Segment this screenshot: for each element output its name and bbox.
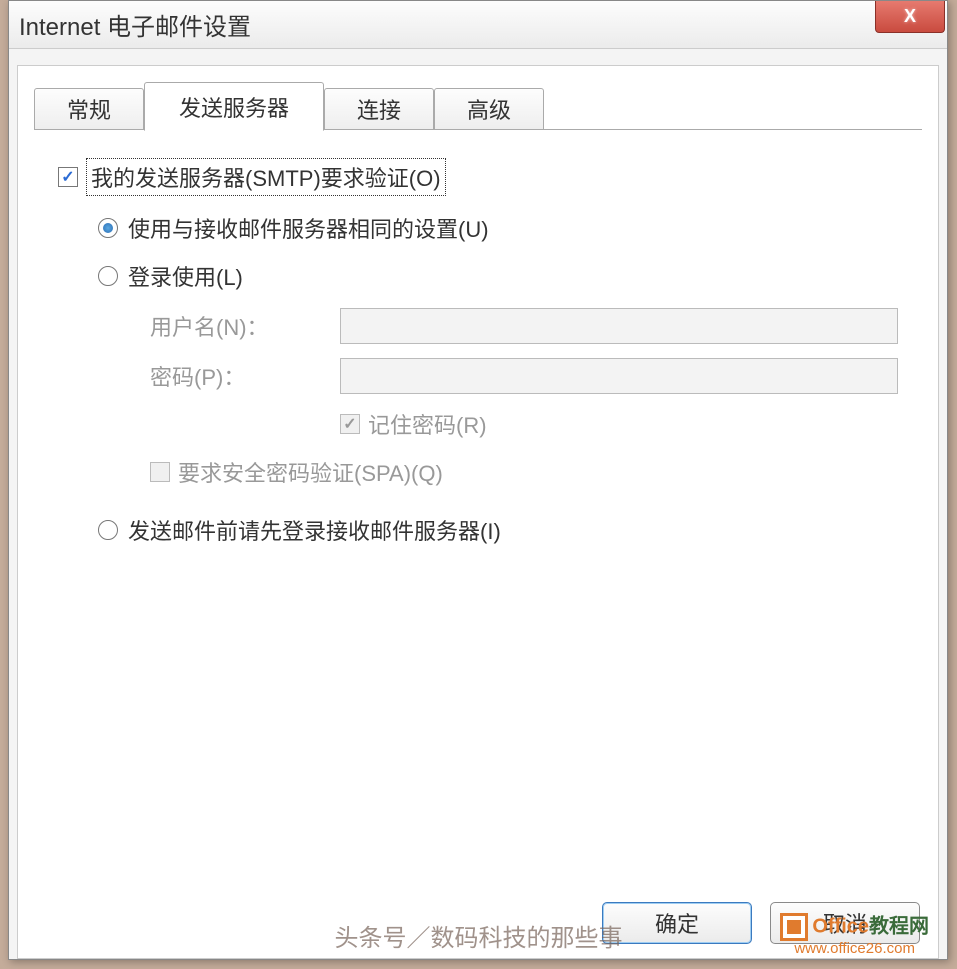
require-spa-label: 要求安全密码验证(SPA)(Q) [178, 456, 443, 488]
close-icon: X [904, 6, 916, 27]
dialog-body-bg: 常规 发送服务器 连接 高级 我的发送服务器(SMTP)要求验证(O) 使用与接… [9, 49, 947, 959]
use-same-radio[interactable] [98, 218, 118, 238]
login-before-send-radio[interactable] [98, 520, 118, 540]
password-row: 密码(P)： [150, 358, 898, 394]
password-input[interactable] [340, 358, 898, 394]
tab-connection[interactable]: 连接 [324, 88, 434, 130]
tab-strip: 常规 发送服务器 连接 高级 [34, 82, 922, 130]
login-using-radio[interactable] [98, 266, 118, 286]
login-using-row: 登录使用(L) [98, 260, 898, 292]
titlebar: Internet 电子邮件设置 X [9, 1, 947, 49]
tab-general-label: 常规 [67, 93, 111, 125]
tab-advanced[interactable]: 高级 [434, 88, 544, 130]
require-spa-checkbox [150, 462, 170, 482]
cancel-button[interactable]: 取消 [770, 902, 920, 944]
ok-button-label: 确定 [655, 907, 699, 939]
smtp-auth-checkbox[interactable] [58, 167, 78, 187]
remember-password-checkbox [340, 414, 360, 434]
window-title: Internet 电子邮件设置 [19, 7, 251, 42]
login-using-label: 登录使用(L) [128, 260, 243, 292]
tab-content: 我的发送服务器(SMTP)要求验证(O) 使用与接收邮件服务器相同的设置(U) … [18, 130, 938, 582]
password-label: 密码(P)： [150, 360, 340, 392]
login-before-send-label: 发送邮件前请先登录接收邮件服务器(I) [128, 514, 501, 546]
dialog-window: Internet 电子邮件设置 X 常规 发送服务器 连接 高级 我的发送服务器… [8, 0, 948, 960]
tab-advanced-label: 高级 [467, 93, 511, 125]
tab-outgoing-server[interactable]: 发送服务器 [144, 82, 324, 131]
dialog-inner: 常规 发送服务器 连接 高级 我的发送服务器(SMTP)要求验证(O) 使用与接… [17, 65, 939, 959]
username-label: 用户名(N)： [150, 310, 340, 342]
login-before-send-row: 发送邮件前请先登录接收邮件服务器(I) [98, 514, 898, 546]
remember-password-row: 记住密码(R) [340, 408, 898, 440]
close-button[interactable]: X [875, 1, 945, 33]
require-spa-row: 要求安全密码验证(SPA)(Q) [150, 456, 898, 488]
username-row: 用户名(N)： [150, 308, 898, 344]
tab-connection-label: 连接 [357, 93, 401, 125]
remember-password-label: 记住密码(R) [368, 408, 487, 440]
tab-general[interactable]: 常规 [34, 88, 144, 130]
smtp-auth-label: 我的发送服务器(SMTP)要求验证(O) [86, 158, 446, 196]
ok-button[interactable]: 确定 [602, 902, 752, 944]
username-input[interactable] [340, 308, 898, 344]
dialog-footer: 确定 取消 [602, 902, 920, 944]
smtp-auth-row: 我的发送服务器(SMTP)要求验证(O) [58, 158, 898, 196]
tab-outgoing-label: 发送服务器 [179, 91, 289, 123]
use-same-label: 使用与接收邮件服务器相同的设置(U) [128, 212, 489, 244]
cancel-button-label: 取消 [823, 907, 867, 939]
use-same-row: 使用与接收邮件服务器相同的设置(U) [98, 212, 898, 244]
